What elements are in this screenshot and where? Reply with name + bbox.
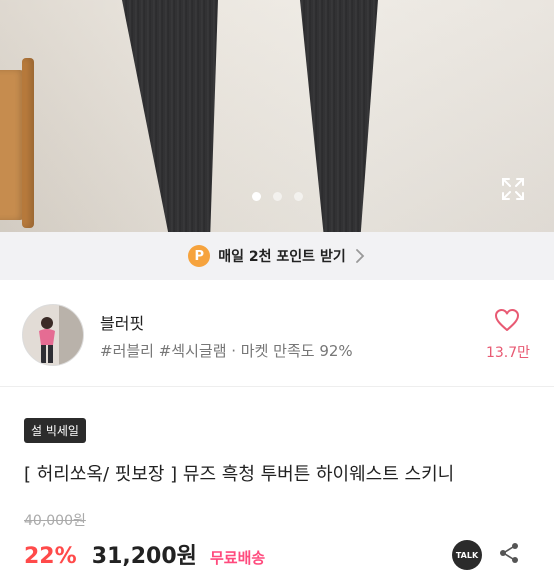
free-shipping-label: 무료배송 bbox=[210, 549, 266, 567]
carousel-dot-3[interactable] bbox=[293, 192, 303, 201]
carousel-dot-2[interactable] bbox=[272, 192, 282, 201]
carousel-dots bbox=[0, 192, 554, 201]
product-title: [ 허리쏘옥/ 핏보장 ] 뮤즈 흑청 투버튼 하이웨스트 스키니 bbox=[24, 464, 455, 485]
sale-badge: 설 빅세일 bbox=[24, 418, 86, 443]
daily-points-banner[interactable]: P 매일 2천 포인트 받기 bbox=[0, 232, 554, 280]
chair-decor-2 bbox=[22, 58, 34, 228]
original-price: 40,000원 bbox=[24, 513, 86, 529]
heart-icon[interactable] bbox=[494, 308, 520, 332]
product-image-carousel[interactable] bbox=[0, 0, 554, 232]
expand-icon[interactable] bbox=[500, 176, 526, 202]
carousel-dot-1[interactable] bbox=[251, 192, 261, 201]
price-row: 22% 31,200원 무료배송 bbox=[24, 538, 266, 569]
seller-tags: #러블리 #섹시글램 · 마켓 만족도 92% bbox=[100, 342, 353, 360]
talk-button[interactable]: TALK bbox=[452, 540, 482, 570]
sale-price: 31,200원 bbox=[91, 544, 197, 569]
chevron-right-icon bbox=[355, 249, 364, 263]
seller-row[interactable]: 블러핏 #러블리 #섹시글램 · 마켓 만족도 92% 13.7만 bbox=[0, 280, 554, 387]
avatar-image bbox=[23, 305, 83, 365]
share-icon[interactable] bbox=[498, 542, 520, 564]
point-coin-icon: P bbox=[188, 245, 211, 267]
discount-rate: 22% bbox=[24, 544, 77, 569]
seller-avatar[interactable] bbox=[22, 304, 84, 366]
seller-name[interactable]: 블러핏 bbox=[100, 310, 144, 334]
like-count: 13.7만 bbox=[485, 345, 531, 361]
banner-text: 매일 2천 포인트 받기 bbox=[218, 249, 346, 265]
